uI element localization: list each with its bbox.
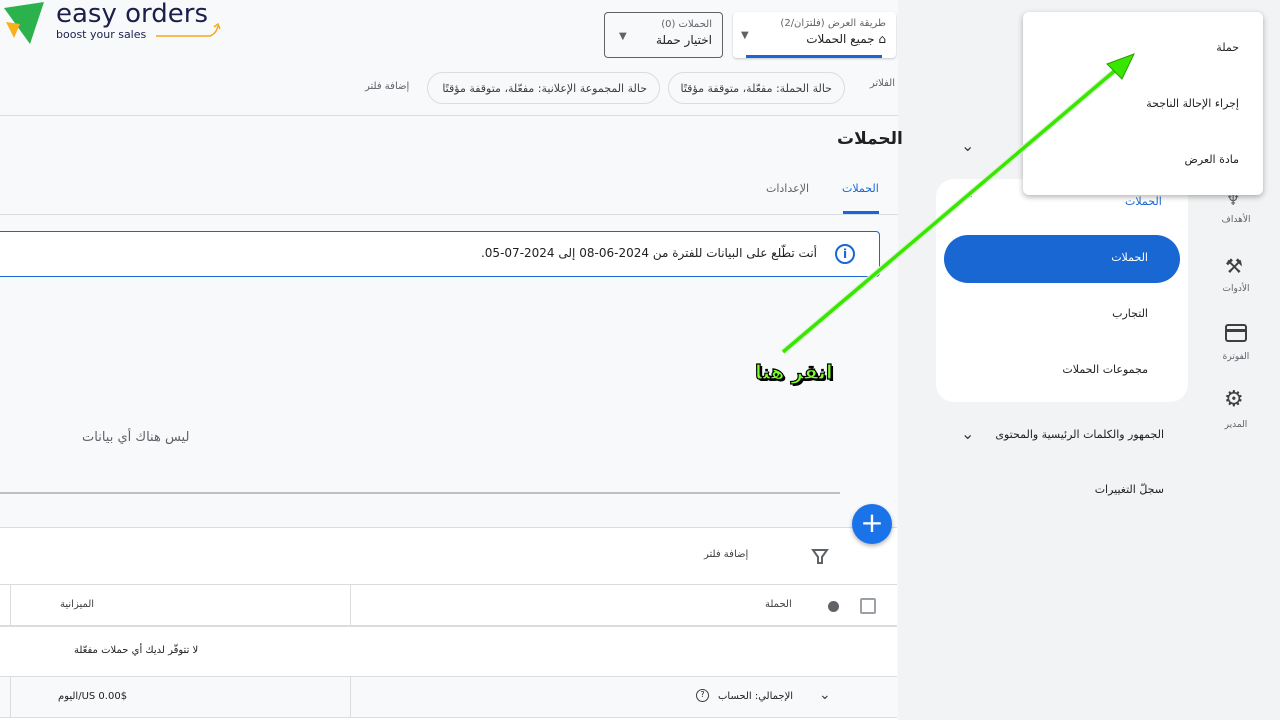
table-add-filter[interactable]: إضافة فلتر [704, 549, 748, 560]
click-here-annotation: انقر هنا [754, 359, 833, 384]
total-row: ⌄ الإجمالي: الحساب ? $US 0.00/اليوم [0, 676, 897, 718]
page-title: الحملات [837, 129, 903, 149]
help-icon[interactable]: ? [696, 689, 709, 702]
column-divider [350, 677, 351, 717]
menu-item-campaign[interactable]: حملة [1216, 41, 1239, 54]
table-empty-text: لا تتوفّر لديك أي حملات مفعّلة [74, 645, 199, 656]
nav-item-campaign-groups[interactable]: مجموعات الحملات [1062, 363, 1148, 376]
tab-campaigns[interactable]: الحملات [842, 182, 879, 195]
filter-chip-campaign-status[interactable]: حالة الحملة: مفعّلة، متوقفة مؤقتًا [668, 72, 845, 104]
svg-text:boost your sales: boost your sales [56, 28, 147, 41]
view-mode-value: جميع الحملات [806, 32, 875, 46]
expand-chevron-icon[interactable]: ⌄ [819, 687, 831, 703]
status-dot-icon [828, 601, 839, 612]
info-banner: i أنت تطّلع على البيانات للفترة من 2024-… [0, 231, 880, 277]
column-campaign[interactable]: الحملة [765, 599, 792, 610]
chart-baseline [0, 492, 840, 494]
rail-tools[interactable]: الأدوات [1206, 284, 1266, 294]
chevron-up-icon[interactable]: ⌃ [963, 192, 975, 208]
tools-icon[interactable]: ⚒ [1225, 254, 1243, 278]
column-divider [10, 585, 11, 626]
home-icon: ⌂ [878, 32, 886, 46]
campaigns-table: إضافة فلتر الحملة الميزانية لا تتوفّر لد… [0, 527, 897, 720]
rail-billing[interactable]: الفوترة [1206, 352, 1266, 362]
dropdown-arrow-icon: ▼ [619, 31, 627, 42]
campaign-picker-label: الحملات (0) [661, 19, 712, 30]
campaign-picker-dropdown[interactable]: الحملات (0) اختيار حملة ▼ [604, 12, 723, 58]
divider [0, 115, 898, 116]
chevron-down-icon[interactable]: ⌄ [961, 424, 974, 443]
total-budget: $US 0.00/اليوم [58, 691, 128, 702]
rail-admin[interactable]: المدير [1206, 420, 1266, 430]
add-fab-button[interactable]: + [852, 504, 892, 544]
campaign-picker-value: اختيار حملة [655, 33, 712, 47]
select-all-checkbox[interactable] [860, 598, 876, 614]
chevron-down-icon[interactable]: ⌄ [961, 136, 974, 155]
info-banner-text: أنت تطّلع على البيانات للفترة من 2024-06… [480, 246, 817, 260]
divider [0, 214, 898, 215]
menu-item-conversion-action[interactable]: إجراء الإحالة الناجحة [1146, 97, 1239, 110]
svg-text:easy orders: easy orders [56, 0, 208, 29]
nav-section-campaigns[interactable]: الحملات [1125, 195, 1162, 208]
filter-chip-adgroup-status[interactable]: حالة المجموعة الإعلانية: مفعّلة، متوقفة … [427, 72, 660, 104]
info-icon: i [835, 244, 855, 264]
add-filter-link[interactable]: إضافة فلتر [365, 81, 409, 92]
nav-item-change-history[interactable]: سجلّ التغييرات [1095, 483, 1164, 496]
menu-item-asset[interactable]: مادة العرض [1185, 153, 1239, 166]
dropdown-arrow-icon: ▼ [741, 30, 749, 41]
easy-orders-logo: easy orders boost your sales [4, 0, 221, 44]
nav-item-experiments[interactable]: التجارب [1112, 307, 1148, 320]
admin-icon[interactable]: ⚙ [1224, 387, 1244, 412]
column-divider [10, 677, 11, 717]
create-menu: حملة إجراء الإحالة الناجحة مادة العرض [1023, 12, 1263, 195]
total-label: الإجمالي: الحساب [718, 691, 794, 702]
nav-item-campaigns[interactable]: الحملات [944, 235, 1180, 283]
view-mode-dropdown[interactable]: طريقة العرض (فلترَان/2) ⌂ جميع الحملات ▼ [733, 12, 896, 58]
tab-settings[interactable]: الإعدادات [766, 182, 809, 195]
view-mode-label: طريقة العرض (فلترَان/2) [780, 18, 886, 29]
column-budget[interactable]: الميزانية [60, 599, 94, 610]
filters-label: الفلاتر [869, 78, 895, 89]
column-divider [350, 585, 351, 626]
nav-item-label: الحملات [1111, 251, 1148, 264]
billing-icon[interactable] [1225, 324, 1247, 342]
active-underline [746, 55, 882, 58]
rail-goals[interactable]: الأهداف [1206, 215, 1266, 225]
nav-item-audience[interactable]: الجمهور والكلمات الرئيسية والمحتوى [995, 428, 1164, 441]
table-header-row: الحملة الميزانية [0, 584, 897, 627]
chart-empty-text: ليس هناك أي بيانات [82, 430, 190, 445]
filter-icon[interactable] [811, 547, 829, 565]
